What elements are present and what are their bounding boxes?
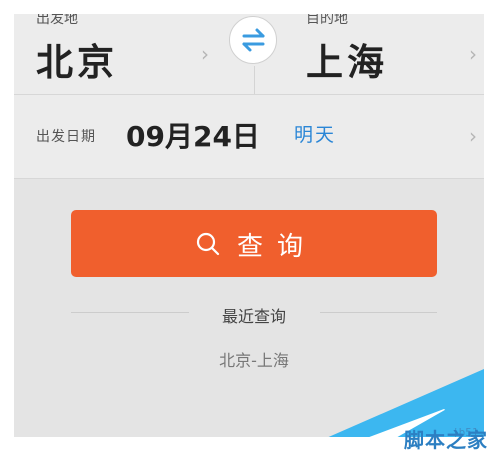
to-chevron-icon[interactable]: › xyxy=(469,44,477,64)
from-label: 出发地 xyxy=(36,14,78,27)
route-row: 出发地 北京 › 目的地 上海 › xyxy=(14,14,484,95)
swap-button[interactable] xyxy=(229,16,277,64)
search-button-label: 查询 xyxy=(237,232,318,262)
from-chevron-icon[interactable]: › xyxy=(201,44,209,64)
date-chevron-icon[interactable]: › xyxy=(469,126,477,146)
swap-arrows-icon xyxy=(242,28,265,52)
search-screen: 出发地 北京 › 目的地 上海 › 出发日期 09月24日 明天 › 查询 最近… xyxy=(14,14,484,437)
from-city[interactable]: 北京 xyxy=(36,32,118,86)
to-label: 目的地 xyxy=(306,14,348,27)
search-button[interactable]: 查询 xyxy=(71,210,437,277)
to-city[interactable]: 上海 xyxy=(306,32,388,86)
recent-title: 最近查询 xyxy=(221,307,286,326)
watermark-name: 脚本之家 xyxy=(404,428,488,452)
date-value[interactable]: 09月24日 xyxy=(126,115,260,155)
route-divider xyxy=(254,66,255,94)
date-label: 出发日期 xyxy=(36,129,96,145)
recent-item[interactable]: 北京-上海 xyxy=(14,347,484,371)
date-relative: 明天 xyxy=(294,124,337,146)
search-icon xyxy=(196,232,220,256)
